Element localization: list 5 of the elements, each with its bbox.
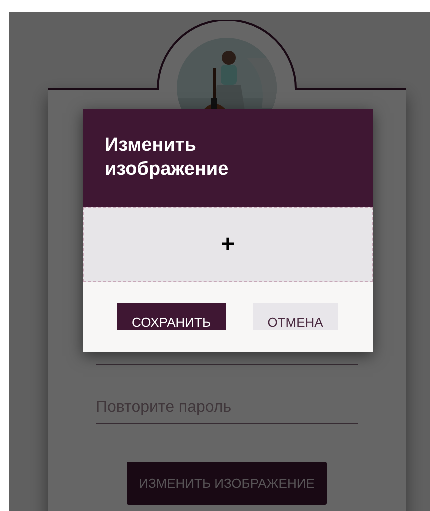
plus-icon: + — [220, 232, 235, 256]
drop-zone[interactable]: + — [83, 207, 373, 282]
dialog-title: Изменить изображение — [105, 134, 230, 182]
save-button[interactable]: СОХРАНИТЬ — [117, 303, 226, 330]
cancel-button[interactable]: ОТМЕНА — [253, 303, 338, 330]
